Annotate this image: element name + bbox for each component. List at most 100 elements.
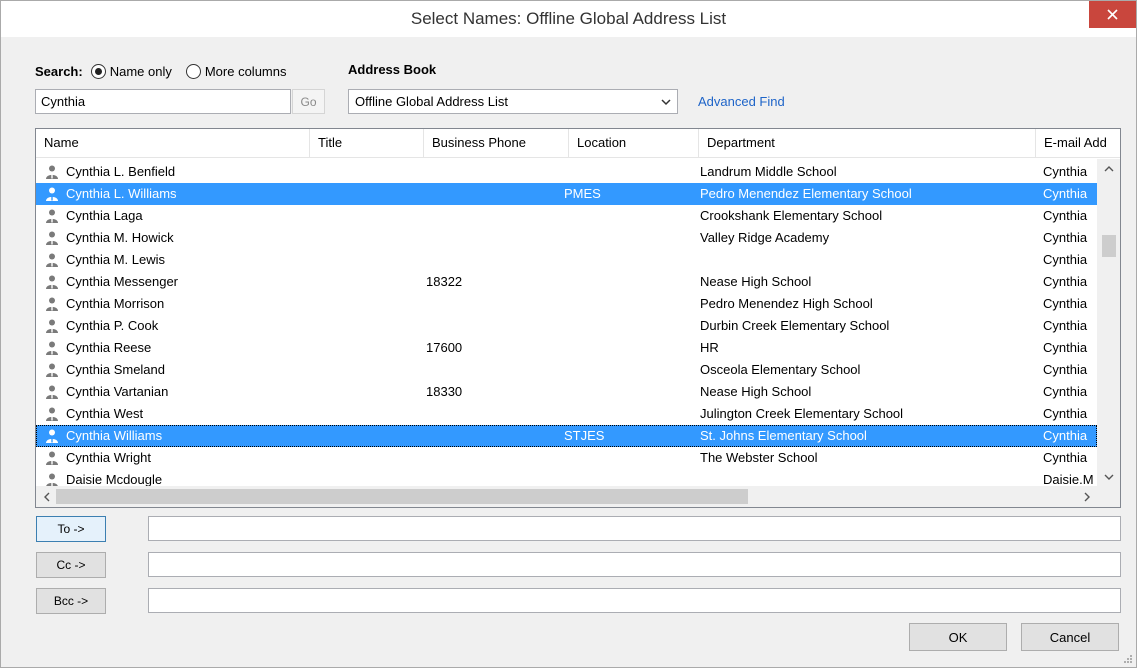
row-business-phone: [426, 205, 566, 227]
row-location: [564, 249, 694, 271]
table-row[interactable]: Cynthia Morrison Pedro Menendez High Scho…: [36, 293, 1097, 315]
row-location: [564, 403, 694, 425]
ok-button[interactable]: OK: [909, 623, 1007, 651]
close-icon: [1107, 9, 1118, 20]
contact-person-icon: [44, 208, 60, 224]
row-name: Cynthia M. Lewis: [66, 252, 165, 267]
column-header-name[interactable]: Name: [36, 129, 310, 158]
row-location: [564, 315, 694, 337]
row-email: Cynthia: [1043, 186, 1088, 201]
contact-person-icon: [44, 164, 60, 180]
go-button[interactable]: Go: [292, 89, 325, 114]
row-name: Cynthia Morrison: [66, 296, 165, 311]
row-department: Pedro Menendez Elementary School: [700, 186, 912, 201]
contact-person-icon: [44, 340, 60, 356]
row-email: Cynthia: [1043, 428, 1088, 443]
table-row[interactable]: Cynthia Messenger 18322 Nease High School C…: [36, 271, 1097, 293]
vertical-scroll-thumb[interactable]: [1102, 235, 1116, 257]
table-row[interactable]: Cynthia M. Lewis Cynthia: [36, 249, 1097, 271]
row-location: [564, 381, 694, 403]
contact-person-icon: [44, 406, 60, 422]
radio-button-checked[interactable]: [90, 63, 106, 79]
contact-person-icon: [44, 274, 60, 290]
list-header: Name Title Business Phone Location Depar…: [36, 129, 1120, 158]
row-name: Cynthia Wright: [66, 450, 152, 465]
to-button[interactable]: To ->: [36, 516, 106, 542]
horizontal-scroll-thumb[interactable]: [56, 489, 748, 504]
contact-person-icon: [44, 384, 60, 400]
cc-field[interactable]: [148, 552, 1121, 577]
scroll-right-button[interactable]: [1077, 486, 1097, 507]
cc-button[interactable]: Cc ->: [36, 552, 106, 578]
column-header-department[interactable]: Department: [699, 129, 1036, 158]
row-business-phone: [426, 403, 566, 425]
table-row[interactable]: Cynthia M. Howick Valley Ridge Academy Cyn…: [36, 227, 1097, 249]
table-row[interactable]: Cynthia L. Benfield Landrum Middle School…: [36, 161, 1097, 183]
to-field[interactable]: [148, 516, 1121, 541]
chevron-up-icon: [1104, 165, 1113, 171]
row-business-phone: [426, 315, 566, 337]
row-department: Crookshank Elementary School: [700, 208, 883, 223]
row-email: Cynthia: [1043, 340, 1088, 355]
address-book-dropdown[interactable]: Offline Global Address List: [348, 89, 678, 114]
table-row[interactable]: Cynthia L. Williams PMES Pedro Menendez El…: [36, 183, 1097, 205]
table-row[interactable]: Cynthia P. Cook Durbin Creek Elementary S…: [36, 315, 1097, 337]
table-row[interactable]: Cynthia Laga Crookshank Elementary School…: [36, 205, 1097, 227]
close-button[interactable]: [1089, 1, 1136, 28]
row-department: The Webster School: [700, 450, 818, 465]
row-location: [564, 359, 694, 381]
row-email: Cynthia: [1043, 208, 1088, 223]
row-location: [564, 447, 694, 469]
scroll-up-button[interactable]: [1097, 159, 1120, 177]
row-department: Julington Creek Elementary School: [700, 406, 904, 421]
row-department: HR: [700, 340, 719, 355]
row-business-phone: 18322: [426, 274, 463, 289]
column-header-location[interactable]: Location: [569, 129, 699, 158]
row-email: Cynthia: [1043, 384, 1088, 399]
contact-person-icon: [44, 318, 60, 334]
scroll-down-button[interactable]: [1097, 468, 1120, 486]
scroll-left-button[interactable]: [36, 486, 56, 507]
column-header-business-phone[interactable]: Business Phone: [424, 129, 569, 158]
radio-button-unchecked[interactable]: [185, 63, 201, 79]
row-location: [564, 161, 694, 183]
horizontal-scrollbar[interactable]: [36, 486, 1097, 507]
contact-person-icon: [44, 252, 60, 268]
table-row[interactable]: Cynthia Reese 17600 HR Cynthia: [36, 337, 1097, 359]
search-input[interactable]: [35, 89, 291, 114]
bcc-button[interactable]: Bcc ->: [36, 588, 106, 614]
row-name: Cynthia L. Williams: [66, 186, 177, 201]
chevron-right-icon: [1084, 492, 1090, 501]
bcc-field[interactable]: [148, 588, 1121, 613]
row-email: Cynthia: [1043, 318, 1088, 333]
row-name: Cynthia Reese: [66, 340, 152, 355]
contact-person-icon: [44, 450, 60, 466]
row-name: Cynthia P. Cook: [66, 318, 159, 333]
contact-person-icon: [44, 428, 60, 444]
row-name: Cynthia West: [66, 406, 144, 421]
names-list[interactable]: Name Title Business Phone Location Depar…: [35, 128, 1121, 508]
table-row[interactable]: Cynthia Smeland Osceola Elementary School…: [36, 359, 1097, 381]
resize-grip-icon[interactable]: [1123, 654, 1133, 664]
row-department: Nease High School: [700, 384, 812, 399]
row-business-phone: [426, 425, 566, 447]
row-email: Cynthia: [1043, 362, 1088, 377]
table-row[interactable]: Cynthia Williams STJES St. Johns Elementar…: [36, 425, 1097, 447]
contact-person-icon: [44, 296, 60, 312]
row-business-phone: [426, 183, 566, 205]
table-row[interactable]: Cynthia West Julington Creek Elementary S…: [36, 403, 1097, 425]
table-row[interactable]: Cynthia Wright The Webster School Cynthia: [36, 447, 1097, 469]
table-row[interactable]: Cynthia Vartanian 18330 Nease High School C…: [36, 381, 1097, 403]
column-header-email[interactable]: E-mail Add: [1036, 129, 1120, 158]
list-rows: Cynthia L. Benfield Landrum Middle School…: [36, 161, 1097, 491]
radio-more-columns[interactable]: More columns: [185, 63, 286, 79]
radio-name-only[interactable]: Name only: [90, 63, 172, 79]
row-business-phone: [426, 227, 566, 249]
cancel-button[interactable]: Cancel: [1021, 623, 1119, 651]
vertical-scrollbar[interactable]: [1097, 159, 1120, 486]
column-header-title[interactable]: Title: [310, 129, 424, 158]
row-department: Valley Ridge Academy: [700, 230, 830, 245]
radio-name-only-label: Name only: [109, 63, 172, 79]
advanced-find-link[interactable]: Advanced Find: [698, 94, 785, 109]
row-business-phone: 18330: [426, 384, 463, 399]
